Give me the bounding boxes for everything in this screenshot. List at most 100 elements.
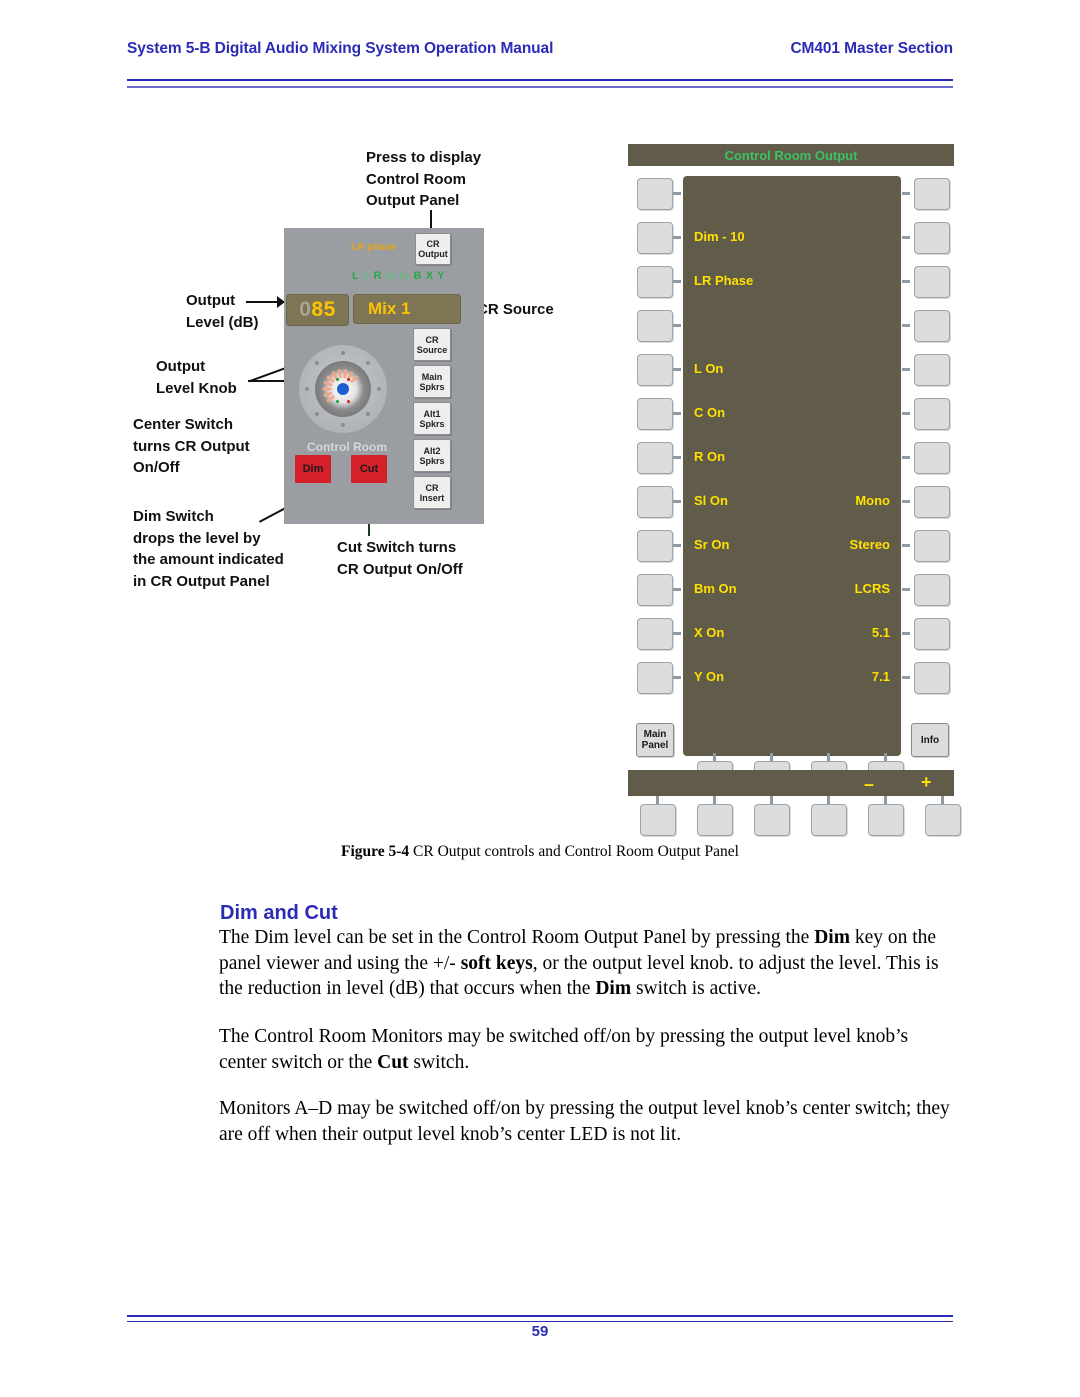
callout-output-level-knob: Output Level Knob <box>156 358 237 397</box>
figure-caption-text: CR Output controls and Control Room Outp… <box>409 843 739 860</box>
knob-center-switch[interactable] <box>337 383 349 395</box>
p1-dim-bold: Dim <box>814 927 850 948</box>
softkey-stub <box>673 676 681 679</box>
viewer-label-mono: Mono <box>855 493 890 508</box>
softkey-bottomrow-4[interactable] <box>811 804 847 836</box>
minus-softkey[interactable] <box>868 804 904 836</box>
softkey-left-3[interactable] <box>637 266 673 298</box>
info-button[interactable]: Info <box>911 723 949 757</box>
footer-rule <box>127 1315 953 1322</box>
viewer-label-51: 5.1 <box>871 625 890 640</box>
softkey-left-4[interactable] <box>637 310 673 342</box>
viewer-title: Control Room Output <box>628 144 954 166</box>
info-button-label: Info <box>920 734 940 746</box>
softkey-right-4[interactable] <box>914 310 950 342</box>
softkey-right-9[interactable] <box>914 530 950 562</box>
cr-source-display: Mix 1 <box>353 294 461 324</box>
softkey-stub <box>902 280 910 283</box>
plus-softkey[interactable] <box>925 804 961 836</box>
minus-softkey-label: – <box>864 774 875 794</box>
p1-dim2-bold: Dim <box>595 978 632 999</box>
softkey-right-11[interactable] <box>914 618 950 650</box>
softkey-right-6[interactable] <box>914 398 950 430</box>
softkey-stub <box>673 456 681 459</box>
cr-output-button-line1: CR <box>426 239 440 249</box>
softkey-stub <box>902 456 910 459</box>
softkey-left-10[interactable] <box>637 574 673 606</box>
softkey-right-10[interactable] <box>914 574 950 606</box>
cr-output-button[interactable]: CR Output <box>415 233 451 265</box>
paragraph-3: Monitors A–D may be switched off/on by p… <box>219 1098 950 1145</box>
viewer-label-y-on: Y On <box>694 669 725 684</box>
page-number: 59 <box>531 1323 549 1340</box>
softkey-right-12[interactable] <box>914 662 950 694</box>
knob-mini-led-red <box>347 378 350 381</box>
channel-led-r: R <box>373 270 383 282</box>
softkey-left-11[interactable] <box>637 618 673 650</box>
viewer-label-dim: Dim - 10 <box>694 229 745 244</box>
output-level-knob[interactable] <box>299 345 387 433</box>
viewer-label-bm-on: Bm On <box>694 581 737 596</box>
channel-led-row: L C R Sl Sr B X Y <box>352 270 445 282</box>
softkey-bottomrow-3[interactable] <box>754 804 790 836</box>
softkey-bottomrow-2[interactable] <box>697 804 733 836</box>
cr-source-button[interactable]: CR Source <box>413 328 451 361</box>
softkey-right-7[interactable] <box>914 442 950 474</box>
softkey-bottomrow-1[interactable] <box>640 804 676 836</box>
callout-output-level-db: Output Level (dB) <box>186 292 259 331</box>
cr-insert-button[interactable]: CR Insert <box>413 476 451 509</box>
softkey-left-6[interactable] <box>637 398 673 430</box>
callout-cut-switch: Cut Switch turns CR Output On/Off <box>337 539 463 578</box>
callout-center-switch: Center Switch turns CR Output On/Off <box>133 416 250 476</box>
softkey-right-1[interactable] <box>914 178 950 210</box>
paragraph-2: The Control Room Monitors may be switche… <box>219 1024 959 1075</box>
softkey-left-8[interactable] <box>637 486 673 518</box>
viewer-label-l-on: L On <box>694 361 724 376</box>
section-heading: Dim and Cut <box>220 901 338 924</box>
softkey-right-8[interactable] <box>914 486 950 518</box>
softkey-right-5[interactable] <box>914 354 950 386</box>
softkey-stub <box>902 500 910 503</box>
cr-source-button-line1: CR <box>425 334 439 345</box>
knob-detent-dot <box>341 351 345 355</box>
softkey-left-9[interactable] <box>637 530 673 562</box>
softkey-left-5[interactable] <box>637 354 673 386</box>
channel-led-sl: Sl <box>385 271 396 281</box>
alt2-spkrs-button[interactable]: Alt2 Spkrs <box>413 439 451 472</box>
softkey-left-12[interactable] <box>637 662 673 694</box>
callout-press-to-display: Press to display Control Room Output Pan… <box>366 149 482 209</box>
figure-caption: Figure 5-4 CR Output controls and Contro… <box>127 843 953 861</box>
plus-softkey-label: + <box>921 772 932 792</box>
viewer-label-stereo: Stereo <box>849 537 890 552</box>
softkey-left-7[interactable] <box>637 442 673 474</box>
dim-switch-button[interactable]: Dim <box>295 455 331 483</box>
alt1-spkrs-button[interactable]: Alt1 Spkrs <box>413 402 451 435</box>
softkey-right-3[interactable] <box>914 266 950 298</box>
softkey-stub <box>902 544 910 547</box>
paragraph-1: The Dim level can be set in the Control … <box>219 925 959 1002</box>
p2-part-a: The Control Room Monitors may be switche… <box>219 1026 909 1073</box>
softkey-stub <box>902 368 910 371</box>
control-room-output-panel: Control Room Output Dim - 10 LR Phase L … <box>628 140 961 840</box>
knob-mini-led-red <box>347 400 350 403</box>
main-panel-button[interactable]: Main Panel <box>636 723 674 757</box>
softkey-right-2[interactable] <box>914 222 950 254</box>
softkey-left-2[interactable] <box>637 222 673 254</box>
softkey-stub <box>902 192 910 195</box>
softkey-left-1[interactable] <box>637 178 673 210</box>
softkey-stub <box>902 412 910 415</box>
cut-switch-button[interactable]: Cut <box>351 455 387 483</box>
softkey-stub <box>673 588 681 591</box>
viewer-label-c-on: C On <box>694 405 726 420</box>
knob-detent-dot <box>366 412 370 416</box>
softkey-stub <box>673 236 681 239</box>
knob-mini-led-green <box>336 400 339 403</box>
viewer-bottom-bar <box>628 770 954 796</box>
softkey-stub <box>902 236 910 239</box>
softkey-stub <box>902 588 910 591</box>
softkey-stub <box>673 280 681 283</box>
channel-led-b: B <box>413 270 423 282</box>
main-spkrs-button[interactable]: Main Spkrs <box>413 365 451 398</box>
cr-source-button-line2: Source <box>416 344 448 355</box>
viewer-label-sr-on: Sr On <box>694 537 730 552</box>
